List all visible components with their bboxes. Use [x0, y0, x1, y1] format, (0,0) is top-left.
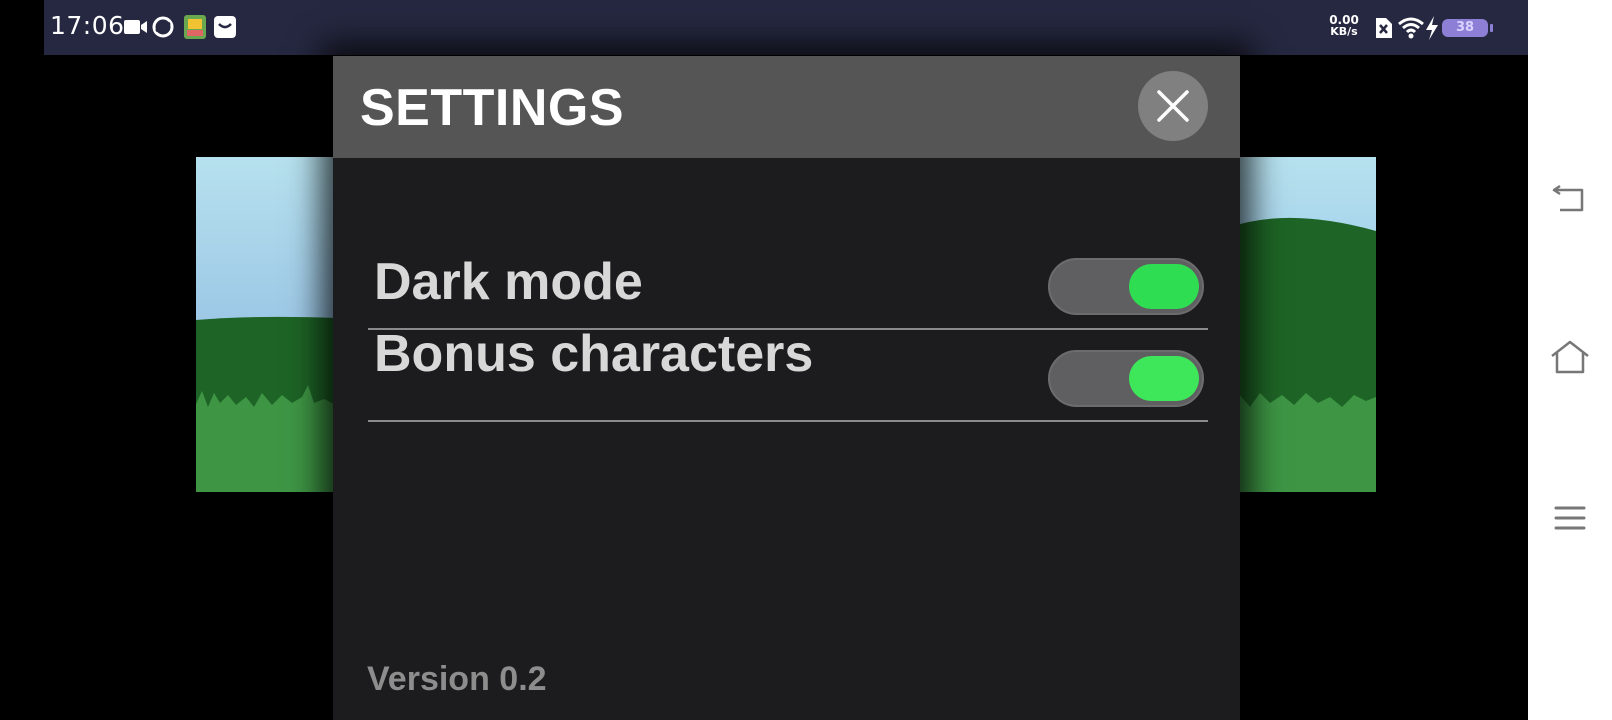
game-scene-right	[1230, 157, 1376, 492]
toggle-knob	[1129, 356, 1199, 401]
net-speed-unit: KB/s	[1330, 25, 1358, 38]
sim-x-icon	[1374, 18, 1392, 42]
navigation-bar	[1528, 0, 1612, 720]
app-thumbnail-icon	[184, 15, 206, 43]
close-button[interactable]	[1138, 71, 1208, 141]
home-icon	[1551, 340, 1589, 374]
bonus-characters-label: Bonus characters	[374, 325, 814, 383]
sync-icon	[152, 16, 174, 42]
status-time: 17:06	[50, 11, 125, 40]
setting-row-bonus-characters: Bonus characters	[368, 325, 1208, 422]
dark-mode-label: Dark mode	[374, 253, 643, 311]
game-scene-left	[196, 157, 336, 492]
settings-header: SETTINGS	[333, 56, 1240, 158]
mail-icon	[214, 16, 236, 42]
back-icon	[1552, 184, 1584, 212]
battery-indicator: 38	[1442, 19, 1493, 37]
dark-mode-toggle[interactable]	[1048, 258, 1204, 315]
back-button[interactable]	[1550, 178, 1590, 218]
setting-row-dark-mode: Dark mode	[368, 196, 1208, 330]
menu-icon	[1554, 506, 1586, 530]
status-bar: 17:06 0.00 KB/s 38	[44, 0, 1528, 55]
settings-title: SETTINGS	[360, 79, 625, 137]
net-speed: 0.00 KB/s	[1326, 14, 1362, 38]
charging-bolt-icon	[1425, 16, 1439, 44]
toggle-knob	[1129, 264, 1199, 309]
video-camera-icon	[124, 18, 148, 40]
bonus-characters-toggle[interactable]	[1048, 350, 1204, 407]
settings-dialog: SETTINGS Dark mode Bonus characters Vers…	[333, 56, 1240, 720]
menu-button[interactable]	[1550, 500, 1590, 540]
version-label: Version 0.2	[367, 660, 547, 698]
home-button[interactable]	[1550, 338, 1590, 378]
wifi-icon	[1398, 17, 1424, 43]
close-icon	[1157, 90, 1189, 122]
